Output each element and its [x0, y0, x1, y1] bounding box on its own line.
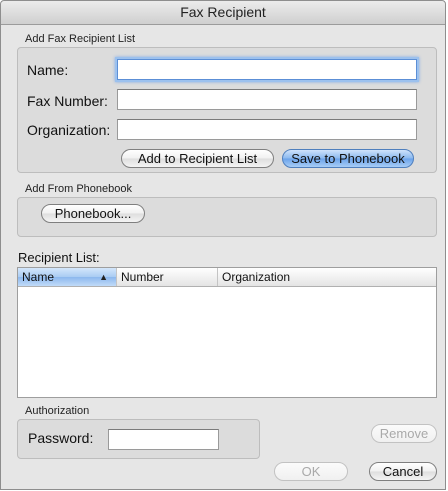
ok-button[interactable]: OK [274, 462, 348, 481]
sort-ascending-icon: ▲ [99, 272, 108, 282]
name-field[interactable] [117, 59, 417, 80]
recipient-list-label: Recipient List: [18, 250, 100, 265]
phonebook-group-label: Add From Phonebook [25, 183, 133, 195]
column-header-name-label: Name [22, 270, 55, 284]
add-recipient-group-label: Add Fax Recipient List [25, 33, 136, 45]
column-header-number-label: Number [121, 270, 164, 284]
recipient-table[interactable]: Name ▲ Number Organization [17, 267, 437, 398]
column-header-name[interactable]: Name ▲ [18, 268, 117, 286]
cancel-button[interactable]: Cancel [369, 462, 437, 481]
organization-label: Organization: [27, 122, 111, 138]
password-field[interactable] [108, 429, 219, 450]
fax-recipient-dialog: Fax Recipient Add Fax Recipient List Nam… [0, 0, 446, 490]
column-header-organization[interactable]: Organization [218, 268, 436, 286]
phonebook-button[interactable]: Phonebook... [41, 204, 145, 223]
add-to-recipient-list-button[interactable]: Add to Recipient List [121, 149, 274, 168]
window-title: Fax Recipient [1, 1, 445, 25]
organization-field[interactable] [117, 119, 417, 140]
name-label: Name: [27, 62, 69, 78]
save-to-phonebook-button[interactable]: Save to Phonebook [282, 149, 414, 168]
column-header-number[interactable]: Number [117, 268, 218, 286]
fax-number-label: Fax Number: [27, 93, 108, 109]
column-header-organization-label: Organization [222, 270, 291, 284]
password-label: Password: [28, 430, 94, 446]
table-header: Name ▲ Number Organization [18, 268, 436, 287]
authorization-group-label: Authorization [25, 405, 90, 417]
fax-number-field[interactable] [117, 89, 417, 110]
remove-button[interactable]: Remove [371, 424, 437, 443]
